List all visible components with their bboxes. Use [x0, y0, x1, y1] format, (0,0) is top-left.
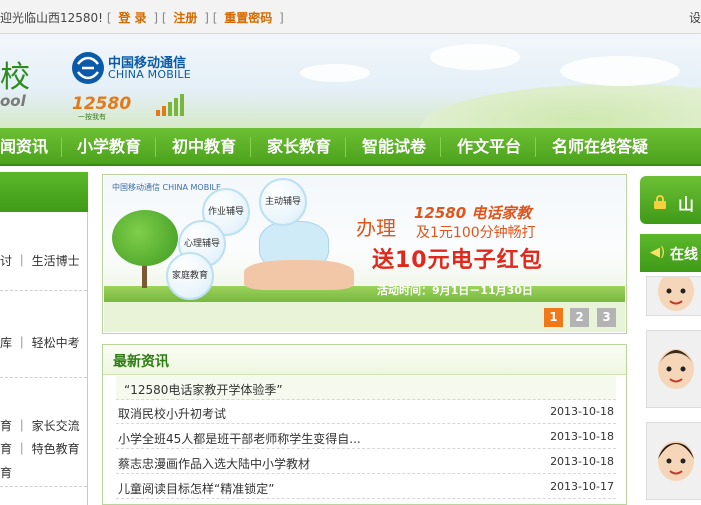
top-bar: 迎光临山西12580! [ 登 录 ] [ 注册 ] [ 重置密码 ] 设 [0, 0, 701, 34]
banner-page-2[interactable]: 2 [570, 308, 589, 327]
login-box-label: 山 [678, 195, 695, 214]
bubble-family: 家庭教育 [166, 252, 214, 300]
settings-link[interactable]: 设 [689, 9, 701, 26]
avatar [658, 441, 694, 481]
divider [0, 486, 87, 487]
cloud-decoration [560, 56, 680, 86]
cloud-decoration [430, 44, 520, 70]
teacher-avatar[interactable] [646, 330, 701, 408]
banner-brand: 中国移动通信 CHINA MOBILE [112, 183, 222, 192]
news-row[interactable]: 取消民校小升初考试 2013-10-18 [116, 400, 616, 424]
lock-icon [654, 195, 666, 209]
banner-banli: 办理 [356, 216, 396, 240]
nav-divider [440, 137, 441, 157]
nav-item-primary[interactable]: 小学教育 [77, 128, 141, 166]
news-row-title[interactable]: 蔡志忠漫画作品入选大陆中小学教材 [118, 455, 310, 472]
china-mobile-logo-icon [72, 52, 104, 84]
online-teachers-header: ◀) 在线 [640, 234, 701, 272]
news-row-title[interactable]: 取消民校小升初考试 [118, 405, 226, 422]
news-title: 最新资讯 [113, 354, 169, 370]
cloud-decoration [300, 64, 370, 82]
divider [0, 290, 87, 291]
left-link-row[interactable]: 育 ｜ 特色教育 [0, 440, 80, 457]
left-link-row[interactable]: 育 [0, 464, 12, 481]
welcome-text: 迎光临山西12580! [0, 11, 103, 25]
nav-item-test[interactable]: 智能试卷 [362, 128, 426, 166]
avatar [658, 277, 694, 311]
left-link-row[interactable]: 育 ｜ 家长交流 [0, 417, 80, 434]
brand-en: CHINA MOBILE [108, 68, 191, 81]
register-link[interactable]: 注册 [173, 11, 197, 25]
avatar [658, 349, 694, 389]
news-row-date: 2013-10-18 [550, 405, 614, 418]
welcome-bar: 迎光临山西12580! [ 登 录 ] [ 注册 ] [ 重置密码 ] [0, 11, 284, 25]
news-row-title[interactable]: 小学全班45人都是班干部老师称学生变得自... [118, 430, 361, 447]
news-row[interactable]: 儿童阅读目标怎样“精准锁定” 2013-10-17 [116, 475, 616, 499]
banner-line3: 送10元电子红包 [372, 248, 543, 273]
nav-divider [250, 137, 251, 157]
news-row-title[interactable]: “12580电话家教开学体验季” [124, 381, 283, 398]
left-link-row[interactable]: 库 ｜ 轻松中考 [0, 334, 80, 351]
left-sidebar-header [0, 172, 88, 212]
online-label: 在线 [670, 247, 698, 263]
signal-bars-icon [156, 94, 184, 116]
news-row[interactable]: “12580电话家教开学体验季” [116, 376, 616, 400]
news-row[interactable]: 蔡志忠漫画作品入选大陆中小学教材 2013-10-18 [116, 450, 616, 474]
nav-item-essay[interactable]: 作文平台 [457, 128, 521, 166]
news-header: 最新资讯 [103, 345, 626, 375]
badge-subtext: 一按我有 [78, 113, 106, 121]
divider [0, 377, 87, 378]
news-row[interactable]: 小学全班45人都是班干部老师称学生变得自... 2013-10-18 [116, 425, 616, 449]
header-hill-decoration [420, 84, 701, 128]
banner-line2: 及1元100分钟畅打 [416, 225, 536, 241]
news-row-date: 2013-10-17 [550, 480, 614, 493]
site-logo-text[interactable]: 校 [0, 52, 30, 96]
nav-item-news[interactable]: 闻资讯 [0, 128, 48, 166]
reset-password-link[interactable]: 重置密码 [224, 11, 272, 25]
login-link[interactable]: 登 录 [118, 11, 146, 25]
promo-banner-box: 中国移动通信 CHINA MOBILE 作业辅导 主动辅导 心理辅导 家庭教育 … [102, 174, 627, 334]
nav-item-parent[interactable]: 家长教育 [267, 128, 331, 166]
latest-news-panel: 最新资讯 “12580电话家教开学体验季” 取消民校小升初考试 2013-10-… [102, 344, 627, 505]
main-nav: 闻资讯 小学教育 初中教育 家长教育 智能试卷 作文平台 名师在线答疑 [0, 128, 701, 166]
login-box[interactable]: 山 [640, 176, 701, 224]
banner-line1: 12580 电话家教 [414, 204, 532, 222]
nav-item-qa[interactable]: 名师在线答疑 [552, 128, 648, 166]
nav-divider [345, 137, 346, 157]
banner-pager: 1 2 3 [104, 302, 625, 332]
left-link-row[interactable]: 讨 ｜ 生活博士 [0, 252, 80, 269]
nav-item-junior[interactable]: 初中教育 [172, 128, 236, 166]
site-header: 校 ool 中国移动通信 CHINA MOBILE 12580 一按我有 [0, 34, 701, 128]
left-sidebar: 讨 ｜ 生活博士 库 ｜ 轻松中考 育 ｜ 家长交流 育 ｜ 特色教育 育 [0, 172, 88, 505]
hands-illustration [244, 260, 354, 290]
nav-divider [61, 137, 62, 157]
tree-illustration [112, 210, 178, 266]
news-row-date: 2013-10-18 [550, 455, 614, 468]
nav-divider [155, 137, 156, 157]
news-row-title[interactable]: 儿童阅读目标怎样“精准锁定” [118, 480, 274, 497]
teacher-avatar[interactable] [646, 276, 701, 316]
banner-date: 活动时间：9月1日－11月30日 [377, 284, 533, 297]
news-row-date: 2013-10-18 [550, 430, 614, 443]
speaker-icon: ◀) [650, 245, 666, 260]
badge-12580: 12580 [72, 94, 132, 114]
site-logo-en: ool [0, 92, 26, 110]
teacher-avatar[interactable] [646, 422, 701, 500]
promo-banner[interactable]: 中国移动通信 CHINA MOBILE 作业辅导 主动辅导 心理辅导 家庭教育 … [104, 176, 625, 302]
banner-page-1[interactable]: 1 [544, 308, 563, 327]
bubble-active: 主动辅导 [259, 178, 307, 226]
nav-divider [535, 137, 536, 157]
banner-page-3[interactable]: 3 [597, 308, 616, 327]
right-sidebar: 山 ◀) 在线 [640, 172, 701, 505]
